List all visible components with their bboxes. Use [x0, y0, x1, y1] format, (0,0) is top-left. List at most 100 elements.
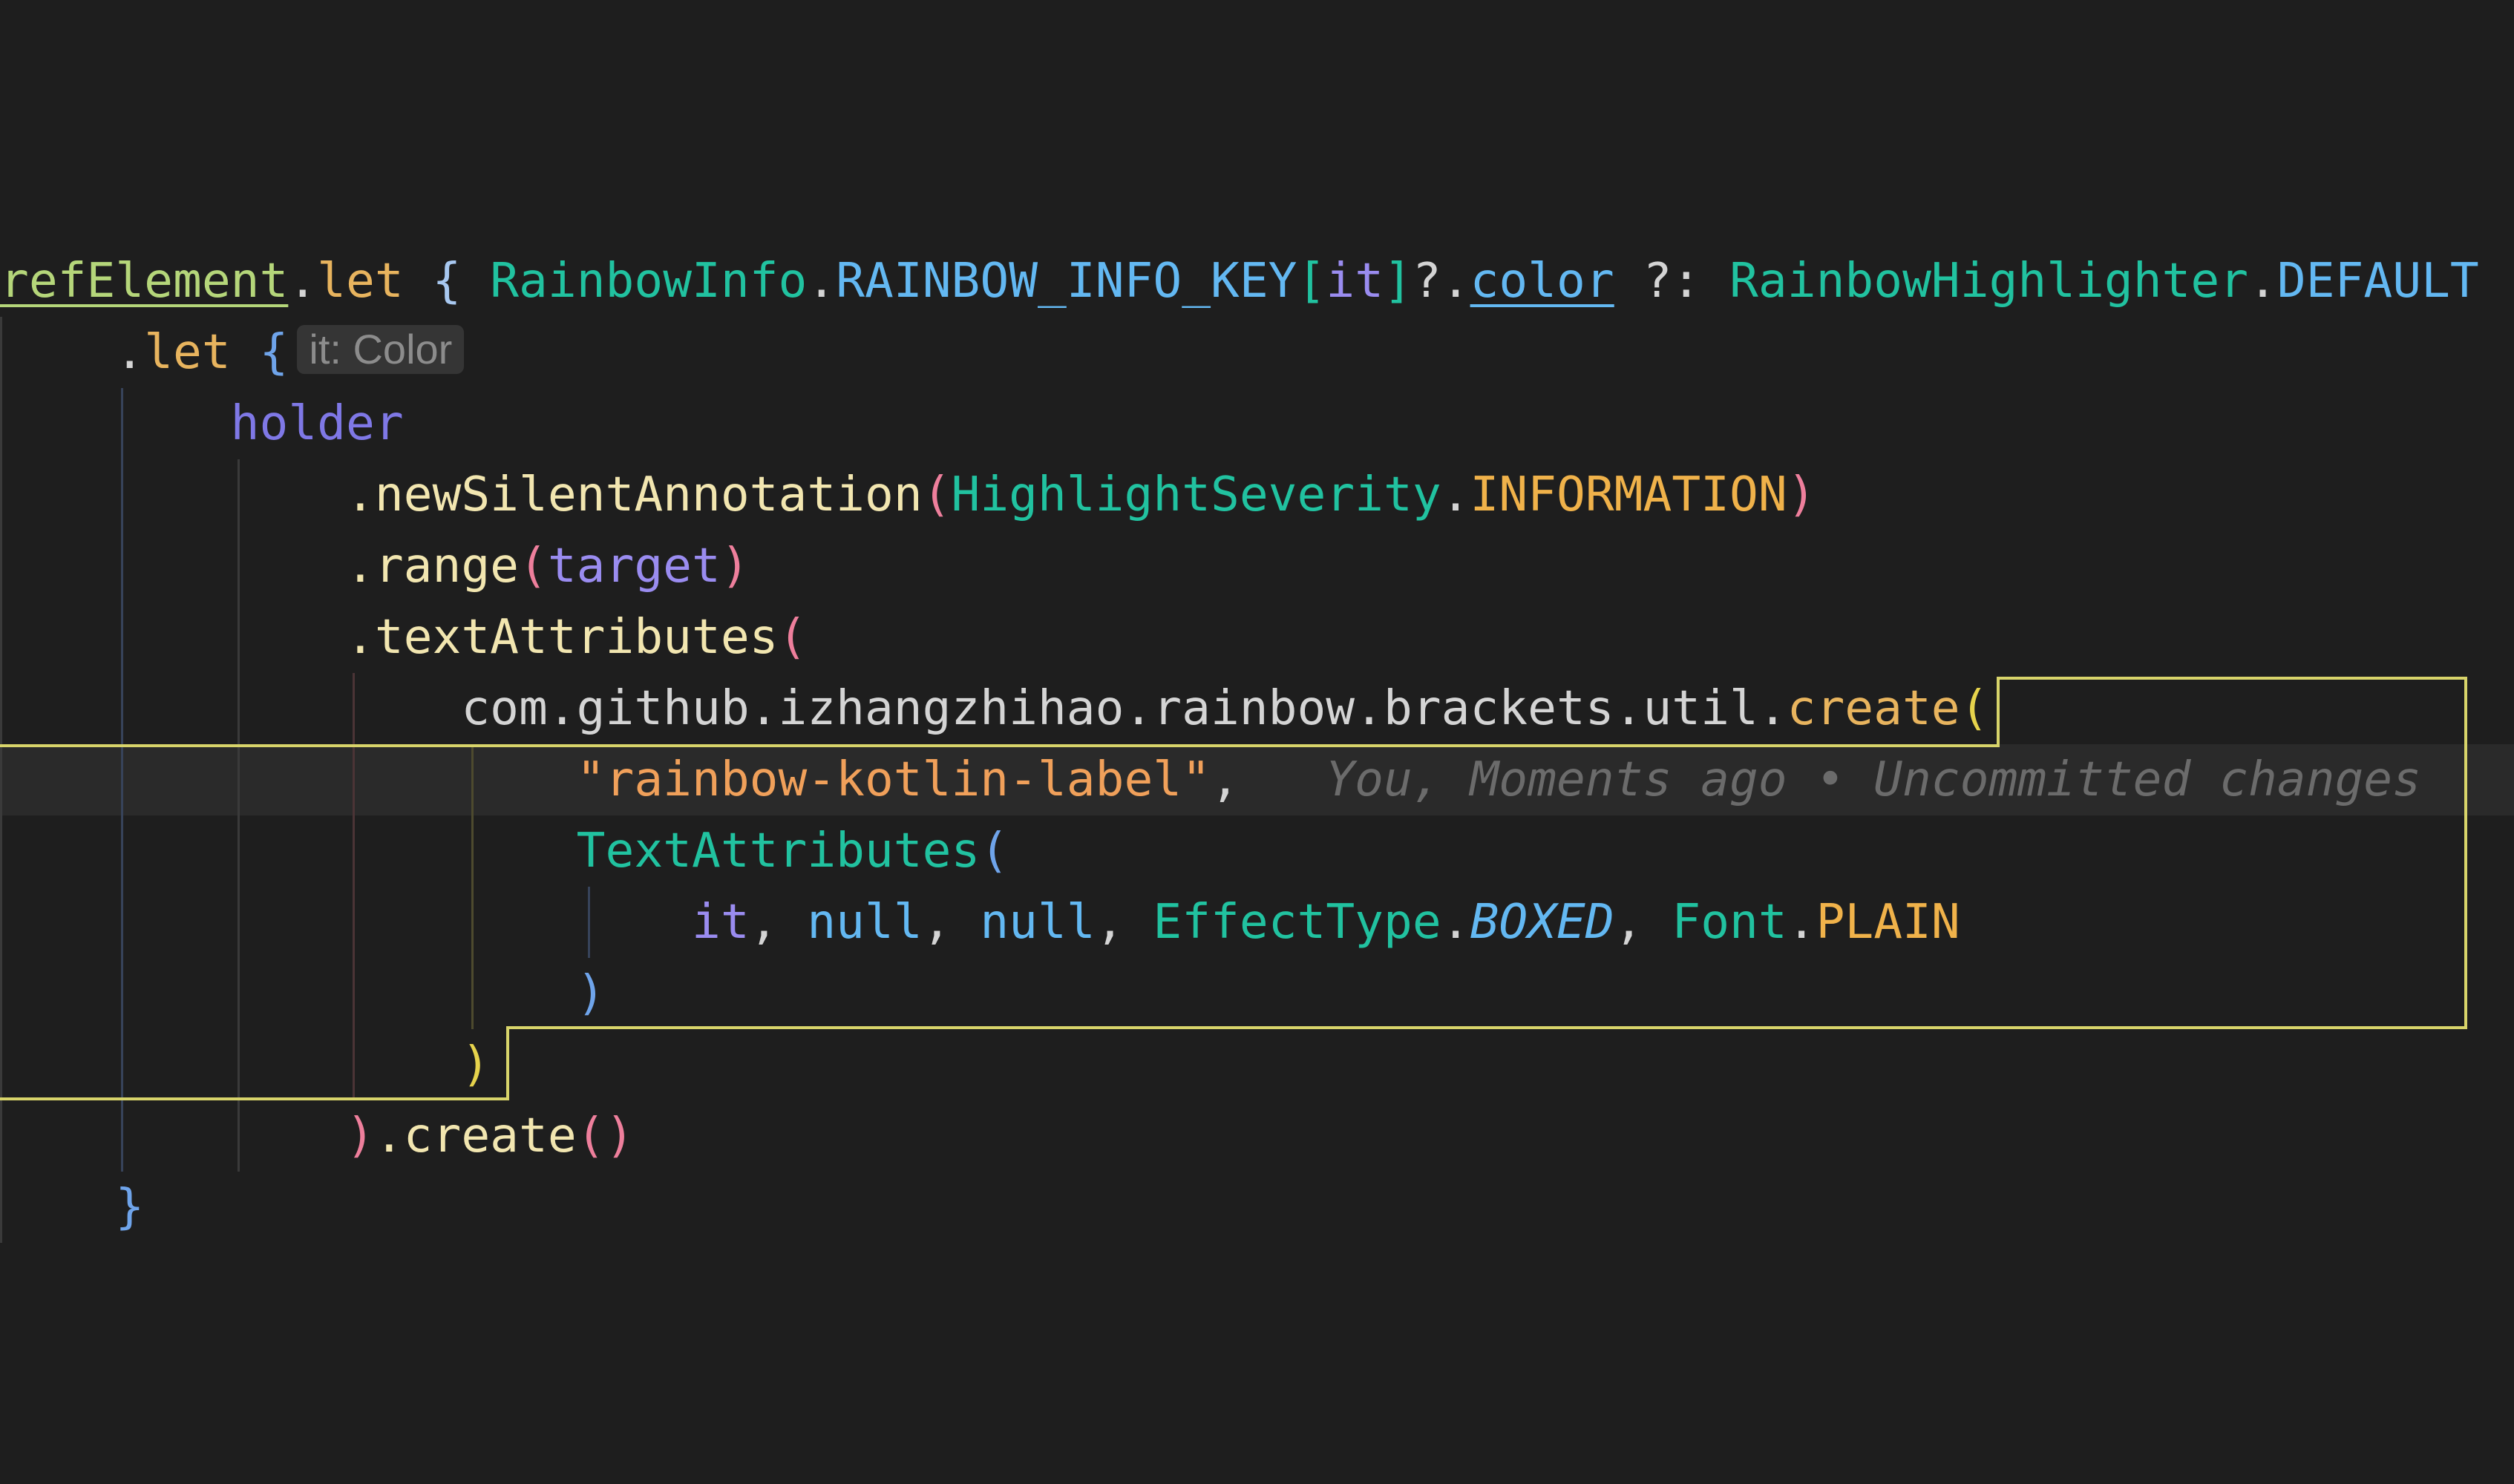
code-token: BOXED	[1470, 894, 1614, 950]
code-token: (	[778, 609, 808, 665]
code-token: (	[922, 467, 952, 522]
code-token: ,	[1095, 894, 1153, 950]
code-line-4[interactable]: .newSilentAnnotation(HighlightSeverity.I…	[0, 459, 1816, 531]
code-token: it	[1326, 253, 1384, 309]
code-token: it	[691, 894, 750, 950]
code-token: {	[432, 253, 462, 309]
code-token: ,	[1614, 894, 1672, 950]
code-line-11[interactable]: )	[0, 958, 606, 1029]
code-token: .textAttributes	[346, 609, 779, 665]
code-line-7[interactable]: com.github.izhangzhihao.rainbow.brackets…	[0, 673, 1988, 744]
code-token: {	[259, 324, 289, 380]
code-token: ,	[749, 894, 808, 950]
code-token: create	[1787, 680, 1960, 736]
code-token: color	[1470, 253, 1614, 309]
code-token: EffectType	[1153, 894, 1441, 950]
code-token: "rainbow-kotlin-label"	[576, 752, 1211, 807]
code-token: )	[720, 538, 750, 594]
code-line-13[interactable]: ).create()	[0, 1100, 634, 1172]
code-token: Font	[1672, 894, 1787, 950]
code-token: .	[1441, 467, 1470, 522]
code-token: let	[317, 253, 404, 309]
code-token: null	[980, 894, 1096, 950]
code-token: PLAIN	[1816, 894, 1960, 950]
code-token: holder	[230, 395, 404, 451]
code-line-12[interactable]: )	[0, 1029, 490, 1100]
bracket-scope-outline	[0, 744, 2000, 747]
code-token: let	[144, 324, 231, 380]
bracket-scope-outline	[506, 1026, 509, 1100]
code-token: target	[547, 538, 721, 594]
code-token: .	[1441, 894, 1470, 950]
code-line-14[interactable]: }	[0, 1172, 144, 1243]
code-token: .	[115, 324, 145, 380]
code-token: .newSilentAnnotation	[346, 467, 923, 522]
code-token: )	[1787, 467, 1816, 522]
code-token: )	[576, 965, 606, 1021]
code-token: .range	[346, 538, 519, 594]
code-token: (	[576, 1108, 606, 1163]
code-token: )	[461, 1037, 491, 1092]
code-line-2[interactable]: .let {it: Color	[0, 317, 465, 388]
code-token: .create	[374, 1108, 577, 1163]
code-line-6[interactable]: .textAttributes(	[0, 602, 807, 673]
code-token: .	[2248, 253, 2277, 309]
code-token: (	[980, 823, 1009, 879]
code-token: ?:	[1614, 253, 1730, 309]
code-token: refElement	[0, 253, 289, 309]
bracket-scope-outline	[2464, 677, 2467, 1029]
code-token: HighlightSeverity	[951, 467, 1441, 522]
bracket-scope-outline	[0, 1097, 509, 1100]
code-token: DEFAULT	[2276, 253, 2479, 309]
code-line-3[interactable]: holder	[0, 388, 404, 459]
bracket-scope-outline	[2000, 677, 2467, 680]
code-token: RainbowInfo	[490, 253, 808, 309]
code-token: )	[346, 1108, 375, 1163]
code-line-5[interactable]: .range(target)	[0, 531, 750, 602]
git-blame-annotation: You, Moments ago • Uncommitted changes	[1326, 752, 2421, 807]
code-token: (	[1960, 680, 1989, 736]
code-token: .	[807, 253, 837, 309]
code-line-10[interactable]: it, null, null, EffectType.BOXED, Font.P…	[0, 887, 1960, 958]
code-token: ]	[1384, 253, 1413, 309]
code-token: ,	[922, 894, 981, 950]
code-token: )	[605, 1108, 635, 1163]
code-line-8[interactable]: "rainbow-kotlin-label", You, Moments ago…	[0, 744, 2421, 815]
code-token: [	[1297, 253, 1326, 309]
code-token: com.github.izhangzhihao.rainbow.brackets…	[461, 680, 1787, 736]
code-token: null	[807, 894, 923, 950]
code-editor[interactable]: refElement.let { RainbowInfo.RAINBOW_INF…	[0, 0, 2514, 1484]
code-token: RAINBOW_INFO_KEY	[836, 253, 1297, 309]
code-token: (	[519, 538, 548, 594]
code-line-1[interactable]: refElement.let { RainbowInfo.RAINBOW_INF…	[0, 246, 2479, 317]
code-token: .	[1787, 894, 1816, 950]
code-token: .	[288, 253, 318, 309]
code-line-9[interactable]: TextAttributes(	[0, 815, 1009, 887]
bracket-scope-outline	[1997, 677, 2000, 747]
code-token: TextAttributes	[576, 823, 981, 879]
code-token: ,	[1210, 752, 1240, 807]
code-token: }	[115, 1179, 145, 1235]
code-token: ?.	[1412, 253, 1470, 309]
bracket-scope-outline	[506, 1026, 2467, 1029]
code-token: INFORMATION	[1470, 467, 1787, 522]
inlay-type-hint: it: Color	[297, 325, 465, 374]
code-token: RainbowHighlighter	[1729, 253, 2249, 309]
